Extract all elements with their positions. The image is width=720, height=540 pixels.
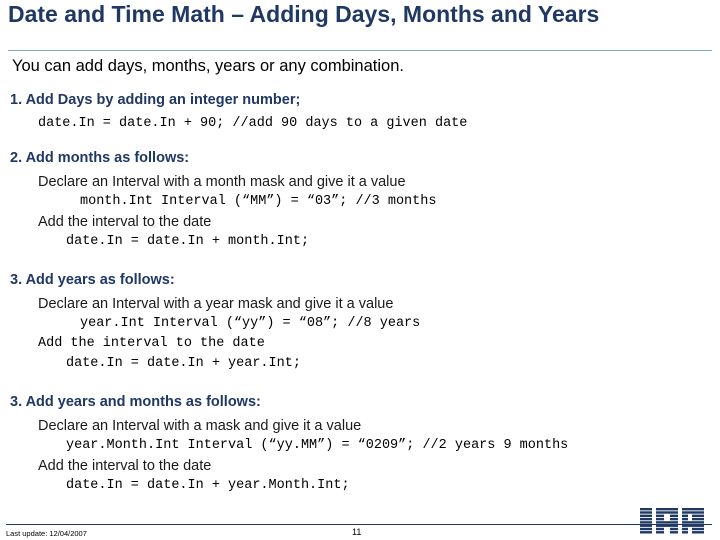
footer-last-update: Last update: 12/04/2007 xyxy=(6,529,87,538)
step-1-heading: 1. Add Days by adding an integer number; xyxy=(10,92,301,108)
step-2: 2. Add months as follows: Declare an Int… xyxy=(10,150,716,252)
step-3-line-2: year.Int Interval (“yy”) = “08”; //8 yea… xyxy=(80,316,421,331)
step-1: 1. Add Days by adding an integer number;… xyxy=(10,92,716,134)
step-1-line-1: date.In = date.In + 90; //add 90 days to… xyxy=(38,116,468,131)
title-divider xyxy=(8,50,712,51)
step-4-line-3: Add the interval to the date xyxy=(38,458,212,474)
step-3: 3. Add years as follows: Declare an Inte… xyxy=(10,272,716,374)
footer-divider xyxy=(6,524,712,525)
step-4-line-4: date.In = date.In + year.Month.Int; xyxy=(66,478,350,493)
step-4-line-2: year.Month.Int Interval (“yy.MM”) = “020… xyxy=(66,438,569,453)
step-3-line-3: Add the interval to the date xyxy=(38,336,265,351)
page-title: Date and Time Math – Adding Days, Months… xyxy=(8,1,600,27)
step-2-heading: 2. Add months as follows: xyxy=(10,150,190,166)
step-2-line-3: Add the interval to the date xyxy=(38,214,212,230)
step-2-line-4: date.In = date.In + month.Int; xyxy=(66,234,310,249)
step-2-line-2: month.Int Interval (“MM”) = “03”; //3 mo… xyxy=(80,194,437,209)
ibm-logo-icon xyxy=(640,508,704,534)
slide-body: You can add days, months, years or any c… xyxy=(10,56,716,498)
slide: Date and Time Math – Adding Days, Months… xyxy=(0,0,720,540)
step-4-line-1: Declare an Interval with a mask and give… xyxy=(38,418,362,434)
step-2-line-1: Declare an Interval with a month mask an… xyxy=(38,174,406,190)
page-number: 11 xyxy=(352,527,362,537)
step-4-heading: 3. Add years and months as follows: xyxy=(10,394,261,410)
step-3-line-1: Declare an Interval with a year mask and… xyxy=(38,296,394,312)
intro-text: You can add days, months, years or any c… xyxy=(12,57,404,75)
step-3-line-4: date.In = date.In + year.Int; xyxy=(66,356,301,371)
step-3-heading: 3. Add years as follows: xyxy=(10,272,175,288)
step-4: 3. Add years and months as follows: Decl… xyxy=(10,394,716,496)
